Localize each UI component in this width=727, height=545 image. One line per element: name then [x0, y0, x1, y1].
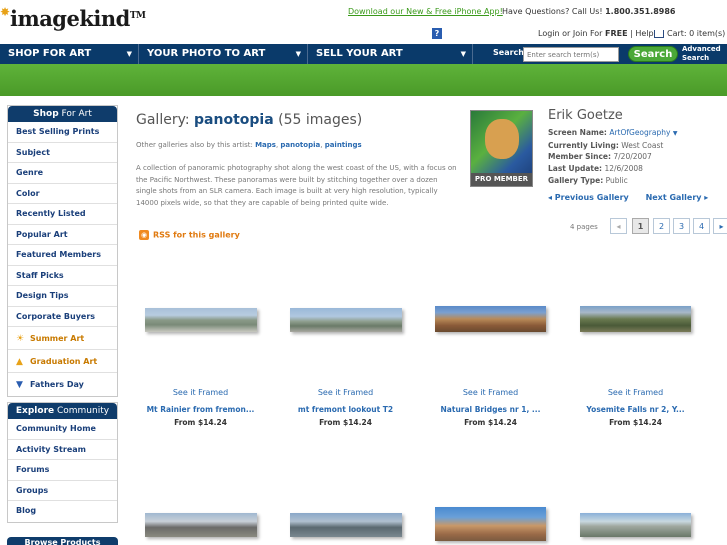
- browse-products-heading: Browse Products: [7, 537, 118, 545]
- site-logo[interactable]: imagekindTM: [2, 6, 146, 31]
- artwork-price: From $14.24: [174, 418, 227, 427]
- chevron-down-icon: ▼: [126, 50, 132, 58]
- search-input[interactable]: [523, 47, 619, 62]
- panorama-thumbnail[interactable]: [145, 308, 257, 332]
- artwork-title-link[interactable]: mt fremont lookout T2: [283, 405, 408, 414]
- sidebar-item-activity-stream[interactable]: Activity Stream: [8, 440, 117, 460]
- explore-community-heading: Explore Community: [8, 403, 117, 419]
- advanced-search-link[interactable]: Advanced Search: [682, 45, 721, 63]
- panorama-thumbnail[interactable]: [580, 306, 691, 332]
- screen-name-link[interactable]: ArtOfGeography: [609, 128, 670, 137]
- search-label: Search: [493, 48, 524, 57]
- sidebar-item-design-tips[interactable]: Design Tips: [8, 286, 117, 307]
- panorama-thumbnail[interactable]: [580, 513, 691, 537]
- gallery-link-panotopia[interactable]: panotopia: [280, 141, 320, 149]
- artist-avatar[interactable]: PRO MEMBER: [470, 110, 533, 187]
- banner-strip: [0, 64, 727, 96]
- see-it-framed-link[interactable]: See it Framed: [283, 388, 408, 397]
- shop-for-art-heading: Shop For Art: [8, 106, 117, 122]
- sidebar-item-community-home[interactable]: Community Home: [8, 419, 117, 440]
- see-it-framed-link[interactable]: See it Framed: [138, 388, 263, 397]
- artwork-title-link[interactable]: Yosemite Falls nr 2, Y...: [573, 405, 698, 414]
- sidebar: Shop For Art Best Selling Prints Subject…: [7, 105, 118, 529]
- artwork-title-link[interactable]: Mt Rainier from fremon...: [138, 405, 263, 414]
- panorama-thumbnail[interactable]: [145, 513, 257, 537]
- gallery-navigation: ◂ Previous Gallery Next Gallery ▸: [548, 193, 722, 202]
- login-link[interactable]: Login or Join For FREE | Help: [538, 29, 654, 38]
- gallery-title: Gallery: panotopia (55 images): [136, 112, 363, 128]
- sidebar-item-subject[interactable]: Subject: [8, 143, 117, 163]
- nav-shop-for-art[interactable]: SHOP FOR ART ▼: [0, 44, 139, 64]
- gallery-description: A collection of panoramic photography sh…: [136, 164, 457, 207]
- panorama-thumbnail[interactable]: [290, 513, 402, 537]
- contact-phone: Have Questions? Call Us! 1.800.351.8986: [502, 7, 676, 16]
- graduation-cap-icon: ▲: [16, 357, 23, 367]
- cart-icon: [654, 29, 664, 38]
- other-galleries: Other galleries also by this artist: Map…: [136, 141, 362, 149]
- pro-member-badge: PRO MEMBER: [471, 173, 532, 186]
- sidebar-item-groups[interactable]: Groups: [8, 481, 117, 501]
- pager-page-1[interactable]: 1: [632, 218, 649, 234]
- sidebar-item-popular-art[interactable]: Popular Art: [8, 225, 117, 245]
- see-it-framed-link[interactable]: See it Framed: [428, 388, 553, 397]
- top-header: ✸ imagekindTM Download our New & Free iP…: [0, 0, 727, 44]
- artwork-title-link[interactable]: Natural Bridges nr 1, ...: [428, 405, 553, 414]
- chevron-down-icon[interactable]: ▼: [673, 130, 678, 137]
- see-it-framed-link[interactable]: See it Framed: [573, 388, 698, 397]
- sidebar-item-graduation-art[interactable]: ▲ Graduation Art: [8, 350, 117, 373]
- pager-page-2[interactable]: 2: [653, 218, 670, 234]
- chevron-down-icon: ▼: [295, 50, 301, 58]
- tie-icon: ▼: [16, 380, 23, 390]
- sidebar-item-forums[interactable]: Forums: [8, 460, 117, 481]
- shop-for-art-menu: Shop For Art Best Selling Prints Subject…: [7, 105, 118, 397]
- nav-your-photo-to-art[interactable]: YOUR PHOTO TO ART ▼: [139, 44, 308, 64]
- artist-details: Screen Name: ArtOfGeography ▼ Currently …: [548, 128, 678, 185]
- previous-gallery-link[interactable]: ◂ Previous Gallery: [548, 193, 629, 202]
- gallery-link-maps[interactable]: Maps: [255, 141, 276, 149]
- artist-name: Erik Goetze: [548, 108, 623, 123]
- sidebar-item-best-selling[interactable]: Best Selling Prints: [8, 122, 117, 143]
- nav-sell-your-art[interactable]: SELL YOUR ART ▼: [308, 44, 473, 64]
- help-icon[interactable]: ?: [432, 28, 442, 39]
- sidebar-item-summer-art[interactable]: ☀ Summer Art: [8, 327, 117, 350]
- search-button[interactable]: Search: [628, 46, 678, 62]
- sidebar-item-featured-members[interactable]: Featured Members: [8, 245, 117, 266]
- sidebar-item-blog[interactable]: Blog: [8, 501, 117, 522]
- chevron-down-icon: ▼: [460, 50, 466, 58]
- main-nav: SHOP FOR ART ▼ YOUR PHOTO TO ART ▼ SELL YO…: [0, 44, 727, 64]
- cart-link[interactable]: Cart: 0 item(s): [654, 29, 725, 38]
- panorama-thumbnail[interactable]: [435, 507, 546, 541]
- page: ✸ imagekindTM Download our New & Free iP…: [0, 0, 727, 545]
- page-count: 4 pages: [570, 223, 598, 231]
- sidebar-item-fathers-day[interactable]: ▼ Fathers Day: [8, 373, 117, 396]
- explore-community-menu: Explore Community Community Home Activit…: [7, 402, 118, 523]
- sidebar-item-genre[interactable]: Genre: [8, 163, 117, 184]
- avatar-face: [485, 119, 519, 159]
- rss-link[interactable]: ◉ RSS for this gallery: [139, 230, 240, 240]
- sidebar-item-recently-listed[interactable]: Recently Listed: [8, 204, 117, 225]
- next-gallery-link[interactable]: Next Gallery ▸: [646, 193, 709, 202]
- pager-prev-button[interactable]: ◂: [610, 218, 627, 234]
- artwork-price: From $14.24: [464, 418, 517, 427]
- gallery-link-paintings[interactable]: paintings: [325, 141, 362, 149]
- iphone-app-link[interactable]: Download our New & Free iPhone App!: [348, 7, 503, 16]
- pager-page-4[interactable]: 4: [693, 218, 710, 234]
- sidebar-item-corporate-buyers[interactable]: Corporate Buyers: [8, 307, 117, 327]
- sun-icon: ☀: [16, 334, 25, 344]
- panorama-thumbnail[interactable]: [435, 306, 546, 332]
- pager-next-button[interactable]: ▸: [713, 218, 727, 234]
- pager-page-3[interactable]: 3: [673, 218, 690, 234]
- sidebar-item-color[interactable]: Color: [8, 184, 117, 204]
- rss-icon: ◉: [139, 230, 149, 240]
- artwork-price: From $14.24: [319, 418, 372, 427]
- sidebar-item-staff-picks[interactable]: Staff Picks: [8, 266, 117, 286]
- artwork-price: From $14.24: [609, 418, 662, 427]
- panorama-thumbnail[interactable]: [290, 308, 402, 332]
